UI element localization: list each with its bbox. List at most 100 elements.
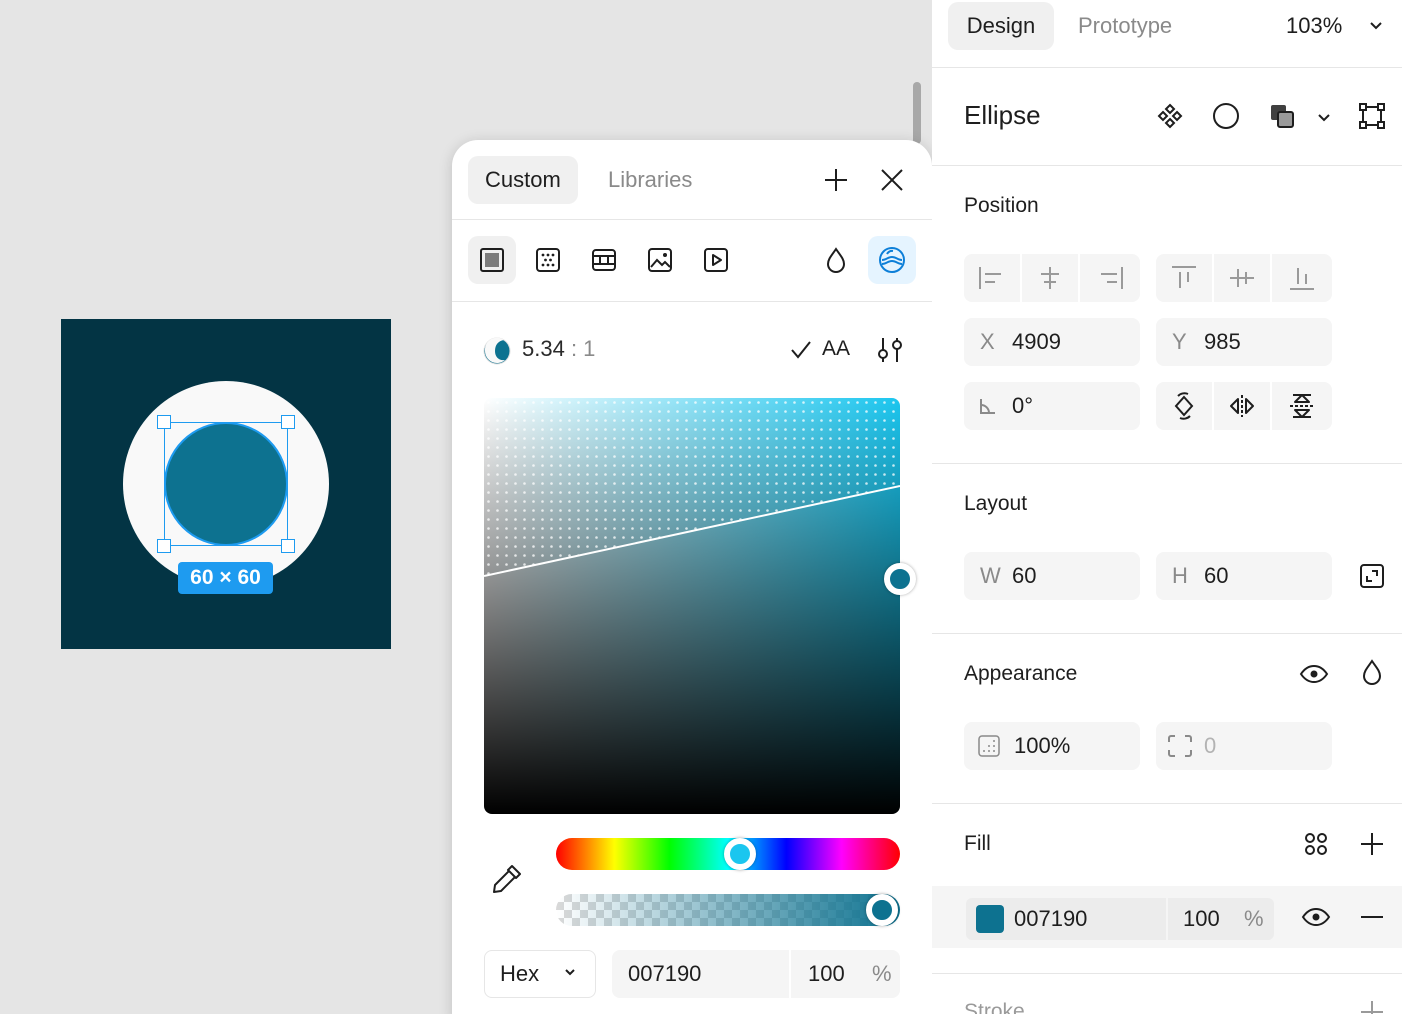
contrast-overlay [484, 398, 900, 577]
y-label: Y [1172, 329, 1187, 354]
fill-opacity-input[interactable]: 100 [1183, 898, 1220, 940]
layer-opacity-input[interactable]: 100% [1014, 722, 1070, 770]
droplet-icon[interactable] [812, 236, 860, 284]
section-title-position: Position [964, 194, 1039, 217]
percent-label: % [1244, 906, 1264, 931]
hex-input-group: 007190 100 % [612, 950, 900, 998]
eyedropper-icon[interactable] [490, 862, 524, 901]
opacity-knob[interactable] [866, 894, 898, 926]
flip-horizontal-icon[interactable] [1214, 382, 1272, 430]
color-format-value: Hex [500, 961, 540, 986]
tab-libraries[interactable]: Libraries [591, 156, 709, 204]
width-input[interactable]: 60 [1012, 552, 1036, 600]
align-top-icon[interactable] [1156, 254, 1214, 302]
opacity-slider[interactable] [556, 894, 900, 926]
width-label: W [980, 563, 1001, 588]
section-title-fill: Fill [964, 832, 991, 855]
tab-custom[interactable]: Custom [468, 156, 578, 204]
plus-icon[interactable] [1356, 996, 1388, 1014]
mask-icon[interactable] [1210, 100, 1242, 132]
resize-to-fit-icon[interactable] [1356, 560, 1388, 592]
resize-handle-bottom-left[interactable] [157, 539, 171, 553]
corner-radius-field[interactable]: 0 [1156, 722, 1332, 770]
rotation-input[interactable]: 0° [1012, 382, 1033, 430]
height-field[interactable]: H 60 [1156, 552, 1332, 600]
align-right-icon[interactable] [1080, 254, 1140, 302]
percent-label: % [872, 961, 892, 986]
size-badge: 60 × 60 [178, 562, 273, 594]
tab-design[interactable]: Design [948, 2, 1054, 50]
component-icon[interactable] [1154, 100, 1186, 132]
resize-handle-top-right[interactable] [281, 415, 295, 429]
gradient-fill-icon[interactable] [524, 236, 572, 284]
color-format-select[interactable]: Hex [484, 950, 596, 998]
rotate-icon[interactable] [1156, 382, 1214, 430]
fill-type-bar [452, 220, 932, 302]
section-title-appearance: Appearance [964, 662, 1078, 685]
corner-radius-icon [1168, 735, 1192, 757]
rotation-angle-icon [980, 399, 995, 414]
chevron-down-icon[interactable] [1316, 110, 1332, 126]
color-picker: Custom Libraries 5.34: 1 AA Hex 007190 … [452, 140, 932, 1014]
section-title-stroke: Stroke [964, 1000, 1025, 1014]
solid-fill-icon[interactable] [468, 236, 516, 284]
boolean-icon[interactable] [1266, 100, 1298, 132]
eye-icon[interactable] [1298, 658, 1330, 690]
align-horizontal-center-icon[interactable] [1022, 254, 1080, 302]
fill-swatch[interactable] [976, 905, 1004, 933]
x-label: X [980, 329, 995, 354]
fill-opacity-field[interactable]: 100 % [1168, 898, 1274, 940]
layer-header: Ellipse [932, 68, 1402, 166]
section-title-layout: Layout [964, 492, 1028, 515]
fill-row[interactable]: 007190 100 % [932, 886, 1402, 948]
stroke-section: Stroke [932, 974, 1402, 1014]
saturation-knob[interactable] [884, 563, 916, 595]
layout-section: Layout W 60 H 60 [932, 464, 1402, 634]
resize-handle-top-left[interactable] [157, 415, 171, 429]
align-vertical-center-icon[interactable] [1214, 254, 1272, 302]
contrast-level: AA [822, 337, 851, 360]
flip-vertical-icon[interactable] [1272, 382, 1332, 430]
hex-input[interactable]: 007190 [628, 950, 701, 998]
x-input[interactable]: 4909 [1012, 318, 1061, 366]
frame-selection-icon[interactable] [1356, 100, 1388, 132]
pattern-fill-icon[interactable] [580, 236, 628, 284]
minus-icon[interactable] [1356, 901, 1388, 933]
height-input[interactable]: 60 [1204, 552, 1228, 600]
sliders-icon[interactable] [874, 334, 906, 366]
close-icon[interactable] [876, 164, 908, 196]
contrast-check-icon[interactable] [868, 236, 916, 284]
video-fill-icon[interactable] [692, 236, 740, 284]
zoom-level[interactable]: 103% [1286, 2, 1342, 50]
y-input[interactable]: 985 [1204, 318, 1241, 366]
fill-color-field[interactable]: 007190 [966, 898, 1166, 940]
align-left-icon[interactable] [964, 254, 1022, 302]
x-field[interactable]: X 4909 [964, 318, 1140, 366]
plus-icon[interactable] [820, 164, 852, 196]
field-divider [789, 950, 791, 998]
width-field[interactable]: W 60 [964, 552, 1140, 600]
appearance-section: Appearance 100% 0 [932, 634, 1402, 804]
chevron-down-icon[interactable] [1368, 18, 1384, 34]
corner-radius-input[interactable]: 0 [1204, 722, 1216, 770]
tab-prototype[interactable]: Prototype [1078, 2, 1172, 50]
image-fill-icon[interactable] [636, 236, 684, 284]
saturation-area[interactable] [484, 398, 900, 814]
layer-opacity-field[interactable]: 100% [964, 722, 1140, 770]
panel-tabs: Design Prototype 103% [932, 0, 1402, 68]
droplet-icon[interactable] [1356, 656, 1388, 688]
opacity-input[interactable]: 100 [808, 950, 845, 998]
hue-knob[interactable] [724, 838, 756, 870]
resize-handle-bottom-right[interactable] [281, 539, 295, 553]
plus-icon[interactable] [1356, 828, 1388, 860]
fill-hex-input[interactable]: 007190 [1014, 898, 1087, 940]
styles-grid-icon[interactable] [1300, 828, 1332, 860]
rotation-field[interactable]: 0° [964, 382, 1140, 430]
transform-group [1156, 382, 1332, 430]
align-bottom-icon[interactable] [1272, 254, 1332, 302]
vertical-align-group [1156, 254, 1332, 302]
canvas-scrollbar[interactable] [913, 82, 921, 144]
eye-icon[interactable] [1300, 901, 1332, 933]
contrast-swatch-icon [483, 337, 511, 365]
y-field[interactable]: Y 985 [1156, 318, 1332, 366]
